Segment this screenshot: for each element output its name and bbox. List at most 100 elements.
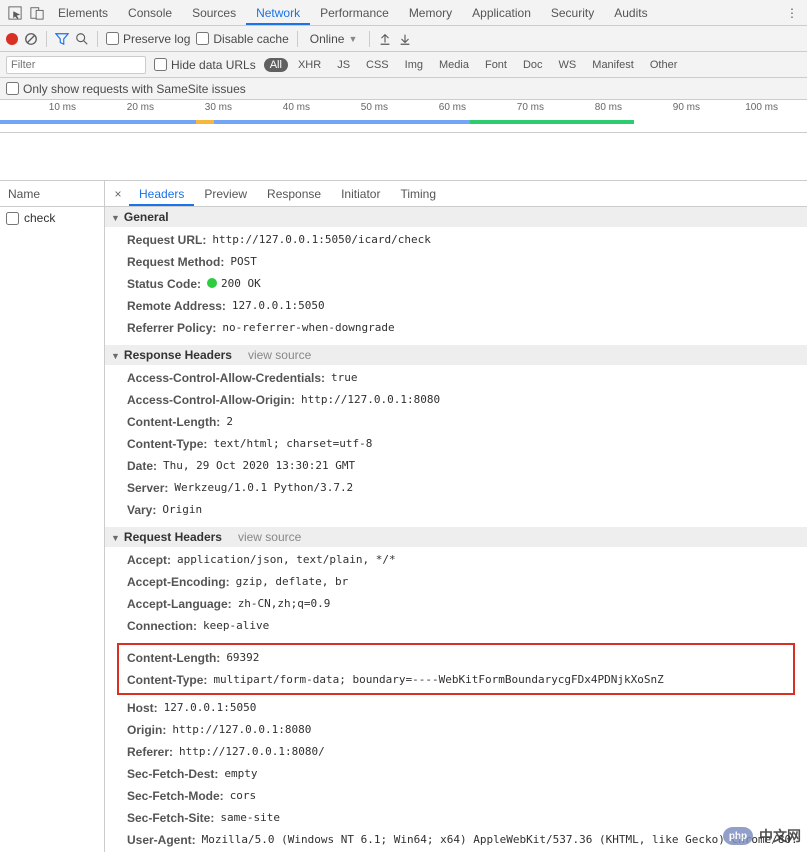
detail-tab-response[interactable]: Response (257, 182, 331, 206)
hide-data-urls-checkbox[interactable]: Hide data URLs (154, 58, 256, 72)
section-header[interactable]: General (105, 207, 807, 227)
samesite-checkbox[interactable]: Only show requests with SameSite issues (6, 82, 246, 96)
request-item-checkbox[interactable] (6, 212, 19, 225)
header-value: http://127.0.0.1:8080 (172, 721, 311, 739)
disable-cache-checkbox[interactable]: Disable cache (196, 32, 288, 46)
header-row: Server: Werkzeug/1.0.1 Python/3.7.2 (105, 477, 807, 499)
timeline-tick: 10 ms (0, 102, 78, 113)
type-filter-xhr[interactable]: XHR (292, 58, 327, 72)
timeline[interactable]: 10 ms20 ms30 ms40 ms50 ms60 ms70 ms80 ms… (0, 100, 807, 133)
request-detail: × HeadersPreviewResponseInitiatorTiming … (105, 181, 807, 852)
header-row: Request Method:POST (105, 251, 807, 273)
network-toolbar: Preserve log Disable cache Online ▼ (0, 26, 807, 52)
tab-application[interactable]: Application (462, 1, 541, 25)
header-key: Remote Address: (127, 297, 226, 315)
timeline-tick: 50 ms (312, 102, 390, 113)
header-key: User-Agent: (127, 831, 196, 849)
type-filter-doc[interactable]: Doc (517, 58, 549, 72)
header-value: Mozilla/5.0 (Windows NT 6.1; Win64; x64)… (202, 831, 801, 852)
type-filter-js[interactable]: JS (331, 58, 356, 72)
disclosure-triangle-icon (111, 530, 120, 544)
download-icon[interactable] (398, 32, 412, 46)
header-row: Content-Length:69392 (119, 647, 793, 669)
section-header[interactable]: Response Headersview source (105, 345, 807, 365)
header-value: cors (230, 787, 257, 805)
request-list-header[interactable]: Name (0, 181, 104, 207)
highlighted-headers: Content-Length:69392Content-Type:multipa… (117, 643, 795, 695)
request-list: Name check (0, 181, 105, 852)
header-row: Referrer Policy:no-referrer-when-downgra… (105, 317, 807, 339)
type-filter-img[interactable]: Img (399, 58, 429, 72)
header-row: Access-Control-Allow-Credentials:true (105, 367, 807, 389)
header-value: http://127.0.0.1:8080 (301, 391, 440, 409)
type-filter-media[interactable]: Media (433, 58, 475, 72)
header-row: Sec-Fetch-Dest:empty (105, 763, 807, 785)
header-value: 127.0.0.1:5050 (232, 297, 325, 315)
header-value: application/json, text/plain, */* (177, 551, 396, 569)
section-title: General (124, 210, 169, 224)
header-key: Content-Type: (127, 435, 207, 453)
type-filter-other[interactable]: Other (644, 58, 684, 72)
header-value: 200 OK (207, 275, 261, 293)
tab-elements[interactable]: Elements (48, 1, 118, 25)
header-key: Vary: (127, 501, 156, 519)
timeline-tick: 80 ms (546, 102, 624, 113)
request-item[interactable]: check (0, 207, 104, 229)
header-key: Content-Length: (127, 649, 220, 667)
type-filter-manifest[interactable]: Manifest (586, 58, 640, 72)
type-filter-css[interactable]: CSS (360, 58, 395, 72)
close-icon[interactable]: × (109, 187, 127, 201)
device-toggle-icon[interactable] (26, 2, 48, 24)
filter-input[interactable] (6, 56, 146, 74)
view-source-link[interactable]: view source (248, 348, 311, 362)
tab-performance[interactable]: Performance (310, 1, 399, 25)
header-value: POST (230, 253, 257, 271)
preserve-log-checkbox[interactable]: Preserve log (106, 32, 190, 46)
record-button[interactable] (6, 33, 18, 45)
filter-bar: Hide data URLs All XHR JS CSS Img Media Font Do… (0, 52, 807, 78)
request-item-label: check (24, 211, 55, 225)
detail-tab-headers[interactable]: Headers (129, 182, 194, 206)
kebab-menu-icon[interactable]: ⋮ (781, 2, 803, 24)
header-key: Host: (127, 699, 158, 717)
section-header[interactable]: Request Headers view source (105, 527, 807, 547)
upload-icon[interactable] (378, 32, 392, 46)
tab-network[interactable]: Network (246, 1, 310, 25)
header-value: text/html; charset=utf-8 (213, 435, 372, 453)
header-key: Referrer Policy: (127, 319, 216, 337)
header-row: Host:127.0.0.1:5050 (105, 697, 807, 719)
watermark-logo: php (723, 827, 753, 845)
timeline-tick: 60 ms (390, 102, 468, 113)
tab-sources[interactable]: Sources (182, 1, 246, 25)
header-row: Content-Length:2 (105, 411, 807, 433)
watermark: php 中文网 (723, 826, 801, 846)
type-filter-all[interactable]: All (264, 58, 288, 72)
tab-audits[interactable]: Audits (604, 1, 657, 25)
section-title: Request Headers (124, 530, 222, 544)
type-filter-font[interactable]: Font (479, 58, 513, 72)
header-value: Werkzeug/1.0.1 Python/3.7.2 (174, 479, 353, 497)
tab-memory[interactable]: Memory (399, 1, 462, 25)
type-filter-ws[interactable]: WS (553, 58, 583, 72)
watermark-text: 中文网 (759, 826, 801, 846)
header-value: 2 (226, 413, 233, 431)
tab-security[interactable]: Security (541, 1, 604, 25)
header-row: Sec-Fetch-Mode:cors (105, 785, 807, 807)
header-key: Request URL: (127, 231, 206, 249)
header-value: keep-alive (203, 617, 269, 635)
filter-icon[interactable] (55, 32, 69, 46)
detail-tab-preview[interactable]: Preview (194, 182, 257, 206)
detail-tab-initiator[interactable]: Initiator (331, 182, 390, 206)
throttling-select[interactable]: Online ▼ (306, 31, 362, 47)
detail-tab-timing[interactable]: Timing (390, 182, 446, 206)
header-row: Request URL:http://127.0.0.1:5050/icard/… (105, 229, 807, 251)
timeline-detail (0, 133, 807, 181)
inspect-icon[interactable] (4, 2, 26, 24)
tab-console[interactable]: Console (118, 1, 182, 25)
clear-icon[interactable] (24, 32, 38, 46)
header-row: Sec-Fetch-Site:same-site (105, 807, 807, 829)
view-source-link[interactable]: view source (238, 530, 301, 544)
header-key: Server: (127, 479, 168, 497)
header-key: Status Code: (127, 275, 201, 293)
search-icon[interactable] (75, 32, 89, 46)
